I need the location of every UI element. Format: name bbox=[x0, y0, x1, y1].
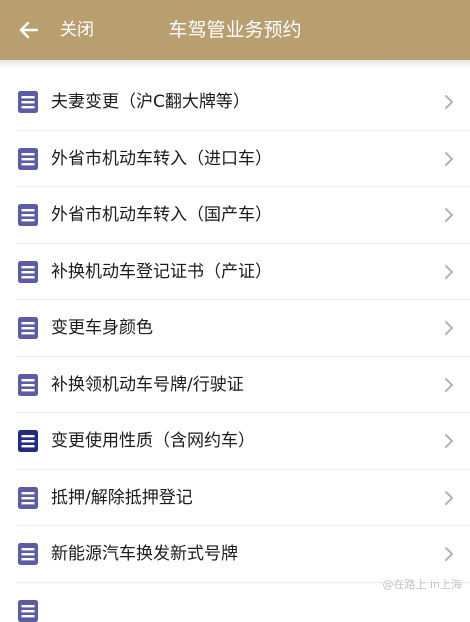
chevron-right-icon bbox=[444, 320, 454, 336]
list-item-label: 变更使用性质（含网约车） bbox=[51, 431, 255, 451]
chevron-right-icon bbox=[444, 546, 454, 562]
document-icon bbox=[18, 91, 38, 113]
chevron-right-icon bbox=[444, 264, 454, 280]
list-item-label: 抵押/解除抵押登记 bbox=[51, 487, 193, 508]
list-item-transfer-domestic[interactable]: 外省市机动车转入（国产车） bbox=[0, 187, 470, 244]
document-icon bbox=[18, 317, 38, 339]
document-icon bbox=[18, 373, 38, 396]
list-item-change-usage[interactable]: 变更使用性质（含网约车） bbox=[0, 413, 470, 470]
chevron-right-icon bbox=[444, 377, 454, 393]
document-icon bbox=[18, 147, 38, 170]
chevron-right-icon bbox=[444, 490, 454, 506]
list-item-mortgage[interactable]: 抵押/解除抵押登记 bbox=[0, 470, 470, 526]
list-item-reissue-plate[interactable]: 补换领机动车号牌/行驶证 bbox=[0, 357, 470, 413]
watermark: @在路上 in上海 bbox=[382, 578, 462, 591]
page-title: 车驾管业务预约 bbox=[168, 19, 302, 41]
list-item-couple-change[interactable]: 夫妻变更（沪C翻大牌等） bbox=[0, 74, 470, 131]
chevron-right-icon bbox=[444, 151, 454, 167]
list-item-label: 外省市机动车转入（进口车） bbox=[51, 148, 272, 169]
list-item-new-energy-plate[interactable]: 新能源汽车换发新式号牌 bbox=[0, 526, 470, 583]
list-item-change-color[interactable]: 变更车身颜色 bbox=[0, 300, 470, 357]
list-item-label: 外省市机动车转入（国产车） bbox=[51, 205, 272, 225]
document-icon bbox=[18, 204, 38, 226]
list-item-label: 新能源汽车换发新式号牌 bbox=[51, 544, 238, 564]
list-item-label: 夫妻变更（沪C翻大牌等） bbox=[51, 92, 250, 112]
document-icon bbox=[18, 430, 38, 452]
list-item-transfer-imported[interactable]: 外省市机动车转入（进口车） bbox=[0, 131, 470, 187]
list-item-label: 补换机动车登记证书（产证） bbox=[51, 261, 272, 282]
list-item-label: 补换领机动车号牌/行驶证 bbox=[51, 374, 244, 395]
document-icon bbox=[18, 486, 38, 509]
header-shadow bbox=[0, 60, 470, 68]
document-icon bbox=[18, 260, 38, 283]
document-icon bbox=[18, 599, 38, 622]
chevron-right-icon bbox=[444, 94, 454, 110]
app-header: 关闭 车驾管业务预约 bbox=[0, 0, 470, 60]
list-item-label: 变更车身颜色 bbox=[51, 318, 153, 338]
chevron-right-icon bbox=[444, 433, 454, 449]
list-item-reissue-certificate[interactable]: 补换机动车登记证书（产证） bbox=[0, 244, 470, 300]
service-list: 夫妻变更（沪C翻大牌等） 外省市机动车转入（进口车） 外省市机动车转入（国产车）… bbox=[0, 74, 470, 622]
document-icon bbox=[18, 543, 38, 565]
chevron-right-icon bbox=[444, 207, 454, 223]
